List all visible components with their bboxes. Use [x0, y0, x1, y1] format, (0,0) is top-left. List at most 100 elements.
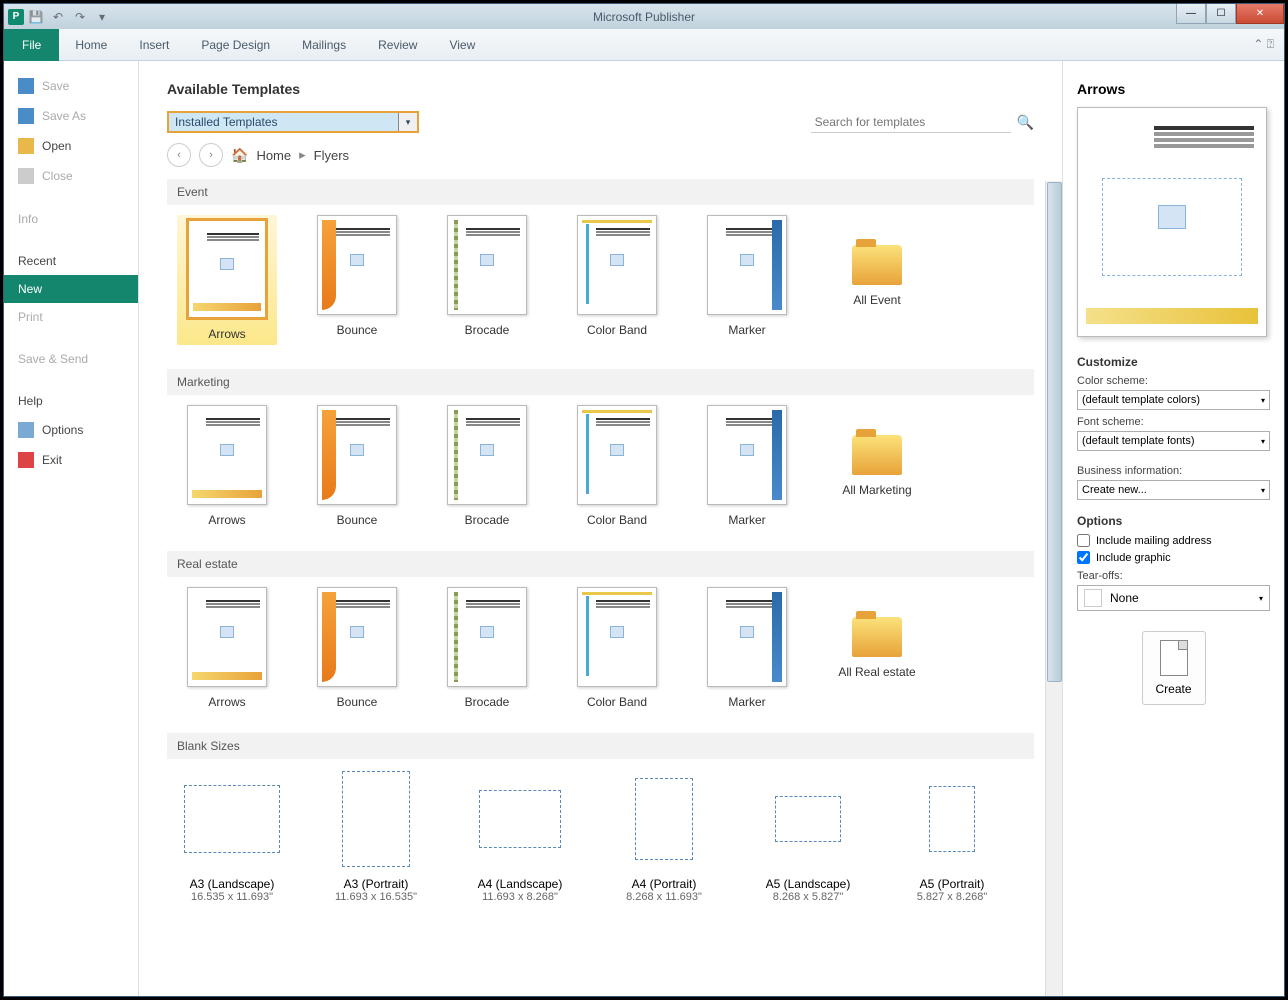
- create-button[interactable]: Create: [1142, 631, 1206, 705]
- ribbon-help-icon[interactable]: ⌃ ⍰: [1253, 37, 1274, 52]
- graphic-checkbox-input[interactable]: [1077, 551, 1090, 564]
- preview-title: Arrows: [1077, 81, 1270, 97]
- template-label: Marker: [728, 695, 765, 709]
- blank-size-item[interactable]: A4 (Portrait)8.268 x 11.693": [609, 769, 719, 903]
- sidebar-exit[interactable]: Exit: [4, 445, 138, 475]
- template-item[interactable]: Arrows: [177, 215, 277, 345]
- include-graphic-checkbox[interactable]: Include graphic: [1077, 551, 1270, 564]
- backstage: Save Save As Open Close Info Recent New …: [4, 61, 1284, 996]
- minimize-button[interactable]: —: [1176, 4, 1206, 24]
- close-button[interactable]: ✕: [1236, 4, 1284, 24]
- tab-page-design[interactable]: Page Design: [185, 29, 286, 61]
- sidebar-close[interactable]: Close: [4, 161, 138, 191]
- mailing-address-checkbox[interactable]: Include mailing address: [1077, 534, 1270, 547]
- qat-dropdown-icon[interactable]: ▾: [92, 7, 112, 27]
- maximize-button[interactable]: ☐: [1206, 4, 1236, 24]
- blank-dimensions: 16.535 x 11.693": [191, 891, 273, 903]
- breadcrumb-home[interactable]: Home: [256, 148, 291, 163]
- template-item[interactable]: Marker: [697, 587, 797, 709]
- template-item[interactable]: Brocade: [437, 215, 537, 345]
- sidebar-save-label: Save: [42, 79, 69, 93]
- backstage-sidebar: Save Save As Open Close Info Recent New …: [4, 61, 139, 996]
- app-icon[interactable]: P: [8, 9, 24, 25]
- sidebar-new[interactable]: New: [4, 275, 138, 303]
- sidebar-options[interactable]: Options: [4, 415, 138, 445]
- exit-icon: [18, 452, 34, 468]
- template-item[interactable]: Arrows: [177, 587, 277, 709]
- category-all-folder[interactable]: All Real estate: [827, 587, 927, 709]
- business-info-select[interactable]: Create new...: [1077, 480, 1270, 500]
- template-thumb: [187, 587, 267, 687]
- sidebar-open[interactable]: Open: [4, 131, 138, 161]
- template-thumb: [447, 215, 527, 315]
- blank-size-item[interactable]: A3 (Landscape)16.535 x 11.693": [177, 769, 287, 903]
- save-as-icon: [18, 108, 34, 124]
- nav-back-icon[interactable]: ‹: [167, 143, 191, 167]
- blank-size-item[interactable]: A5 (Portrait)5.827 x 8.268": [897, 769, 1007, 903]
- blank-dimensions: 8.268 x 5.827": [773, 891, 844, 903]
- tab-insert[interactable]: Insert: [123, 29, 185, 61]
- blank-label: A4 (Portrait): [632, 877, 697, 891]
- template-item[interactable]: Bounce: [307, 405, 407, 527]
- sidebar-help[interactable]: Help: [4, 387, 138, 415]
- breadcrumb-current: Flyers: [314, 148, 349, 163]
- template-thumb: [577, 215, 657, 315]
- template-label: Arrows: [208, 695, 245, 709]
- sidebar-save-as[interactable]: Save As: [4, 101, 138, 131]
- template-item[interactable]: Bounce: [307, 215, 407, 345]
- search-input[interactable]: [811, 111, 1011, 133]
- sidebar-info[interactable]: Info: [4, 205, 138, 233]
- mailing-checkbox-input[interactable]: [1077, 534, 1090, 547]
- scrollbar[interactable]: [1045, 181, 1062, 996]
- tab-view[interactable]: View: [433, 29, 491, 61]
- qat-undo-icon[interactable]: ↶: [48, 7, 68, 27]
- blank-size-item[interactable]: A3 (Portrait)11.693 x 16.535": [321, 769, 431, 903]
- color-scheme-value: (default template colors): [1082, 394, 1200, 406]
- blank-thumb: [635, 778, 693, 860]
- template-item[interactable]: Color Band: [567, 215, 667, 345]
- blank-size-item[interactable]: A5 (Landscape)8.268 x 5.827": [753, 769, 863, 903]
- sidebar-save-send[interactable]: Save & Send: [4, 345, 138, 373]
- template-source-combo[interactable]: Installed Templates: [167, 111, 419, 133]
- business-info-label: Business information:: [1077, 465, 1270, 477]
- qat-redo-icon[interactable]: ↷: [70, 7, 90, 27]
- sidebar-recent[interactable]: Recent: [4, 247, 138, 275]
- right-pane: Arrows Customize Color scheme: (default …: [1062, 61, 1284, 996]
- category-header: Marketing: [167, 369, 1034, 395]
- template-item[interactable]: Marker: [697, 405, 797, 527]
- template-item[interactable]: Arrows: [177, 405, 277, 527]
- category-all-folder[interactable]: All Event: [827, 215, 927, 345]
- file-tab[interactable]: File: [4, 29, 59, 61]
- template-preview: [1077, 107, 1267, 337]
- home-icon[interactable]: 🏠: [231, 147, 248, 164]
- tab-mailings[interactable]: Mailings: [286, 29, 362, 61]
- blank-thumb: [775, 796, 841, 842]
- blank-label: A3 (Portrait): [344, 877, 409, 891]
- template-item[interactable]: Color Band: [567, 405, 667, 527]
- search-icon[interactable]: 🔍: [1017, 114, 1034, 131]
- category-all-label: All Marketing: [842, 483, 911, 497]
- options-icon: [18, 422, 34, 438]
- font-scheme-select[interactable]: (default template fonts): [1077, 431, 1270, 451]
- scrollbar-thumb[interactable]: [1047, 182, 1062, 682]
- template-item[interactable]: Marker: [697, 215, 797, 345]
- template-thumb: [187, 405, 267, 505]
- color-scheme-select[interactable]: (default template colors): [1077, 390, 1270, 410]
- blank-thumb: [342, 771, 410, 867]
- sidebar-save[interactable]: Save: [4, 71, 138, 101]
- nav-forward-icon[interactable]: ›: [199, 143, 223, 167]
- blank-size-item[interactable]: A4 (Landscape)11.693 x 8.268": [465, 769, 575, 903]
- sidebar-print[interactable]: Print: [4, 303, 138, 331]
- template-item[interactable]: Brocade: [437, 587, 537, 709]
- template-item[interactable]: Color Band: [567, 587, 667, 709]
- close-icon: [18, 168, 34, 184]
- tab-review[interactable]: Review: [362, 29, 433, 61]
- template-label: Brocade: [465, 323, 510, 337]
- qat-save-icon[interactable]: 💾: [26, 7, 46, 27]
- tearoffs-select[interactable]: None▾: [1077, 585, 1270, 611]
- template-item[interactable]: Brocade: [437, 405, 537, 527]
- template-thumb: [317, 405, 397, 505]
- template-item[interactable]: Bounce: [307, 587, 407, 709]
- tab-home[interactable]: Home: [59, 29, 123, 61]
- category-all-folder[interactable]: All Marketing: [827, 405, 927, 527]
